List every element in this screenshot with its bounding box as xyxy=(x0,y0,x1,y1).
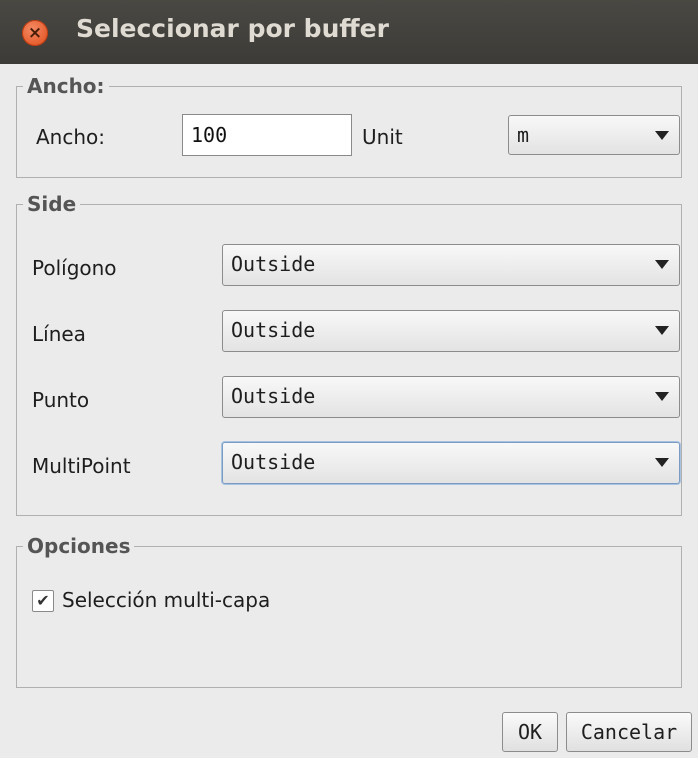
multipoint-side-select[interactable]: Outside xyxy=(222,442,680,484)
side-group-legend: Side xyxy=(27,192,77,216)
unit-label: Unit xyxy=(362,125,403,149)
unit-select[interactable]: m xyxy=(508,115,680,155)
side-row-label: MultiPoint xyxy=(32,454,131,478)
line-side-select[interactable]: Outside xyxy=(222,310,680,352)
cancel-button[interactable]: Cancelar xyxy=(566,712,692,752)
width-input[interactable]: 100 xyxy=(182,114,352,156)
chevron-down-icon xyxy=(655,131,669,140)
polygon-side-value: Outside xyxy=(231,252,316,276)
unit-select-value: m xyxy=(517,123,530,147)
polygon-side-select[interactable]: Outside xyxy=(222,244,680,286)
point-side-value: Outside xyxy=(231,384,316,408)
multilayer-checkbox[interactable]: ✔ xyxy=(32,590,54,612)
width-label: Ancho: xyxy=(36,125,106,149)
ok-button[interactable]: OK xyxy=(502,712,558,752)
chevron-down-icon xyxy=(655,392,669,401)
line-side-value: Outside xyxy=(231,318,316,342)
options-group-legend: Opciones xyxy=(27,534,131,558)
side-row-label: Polígono xyxy=(32,256,117,280)
chevron-down-icon xyxy=(655,326,669,335)
side-row-label: Línea xyxy=(32,322,86,346)
close-icon[interactable]: × xyxy=(22,20,48,46)
title-bar: × Seleccionar por buffer xyxy=(0,0,698,64)
side-row-label: Punto xyxy=(32,388,90,412)
window-title: Seleccionar por buffer xyxy=(76,14,389,43)
chevron-down-icon xyxy=(655,458,669,467)
multipoint-side-value: Outside xyxy=(231,450,316,474)
point-side-select[interactable]: Outside xyxy=(222,376,680,418)
multilayer-checkbox-label[interactable]: Selección multi-capa xyxy=(62,588,270,612)
width-group-legend: Ancho: xyxy=(27,74,105,98)
chevron-down-icon xyxy=(655,260,669,269)
